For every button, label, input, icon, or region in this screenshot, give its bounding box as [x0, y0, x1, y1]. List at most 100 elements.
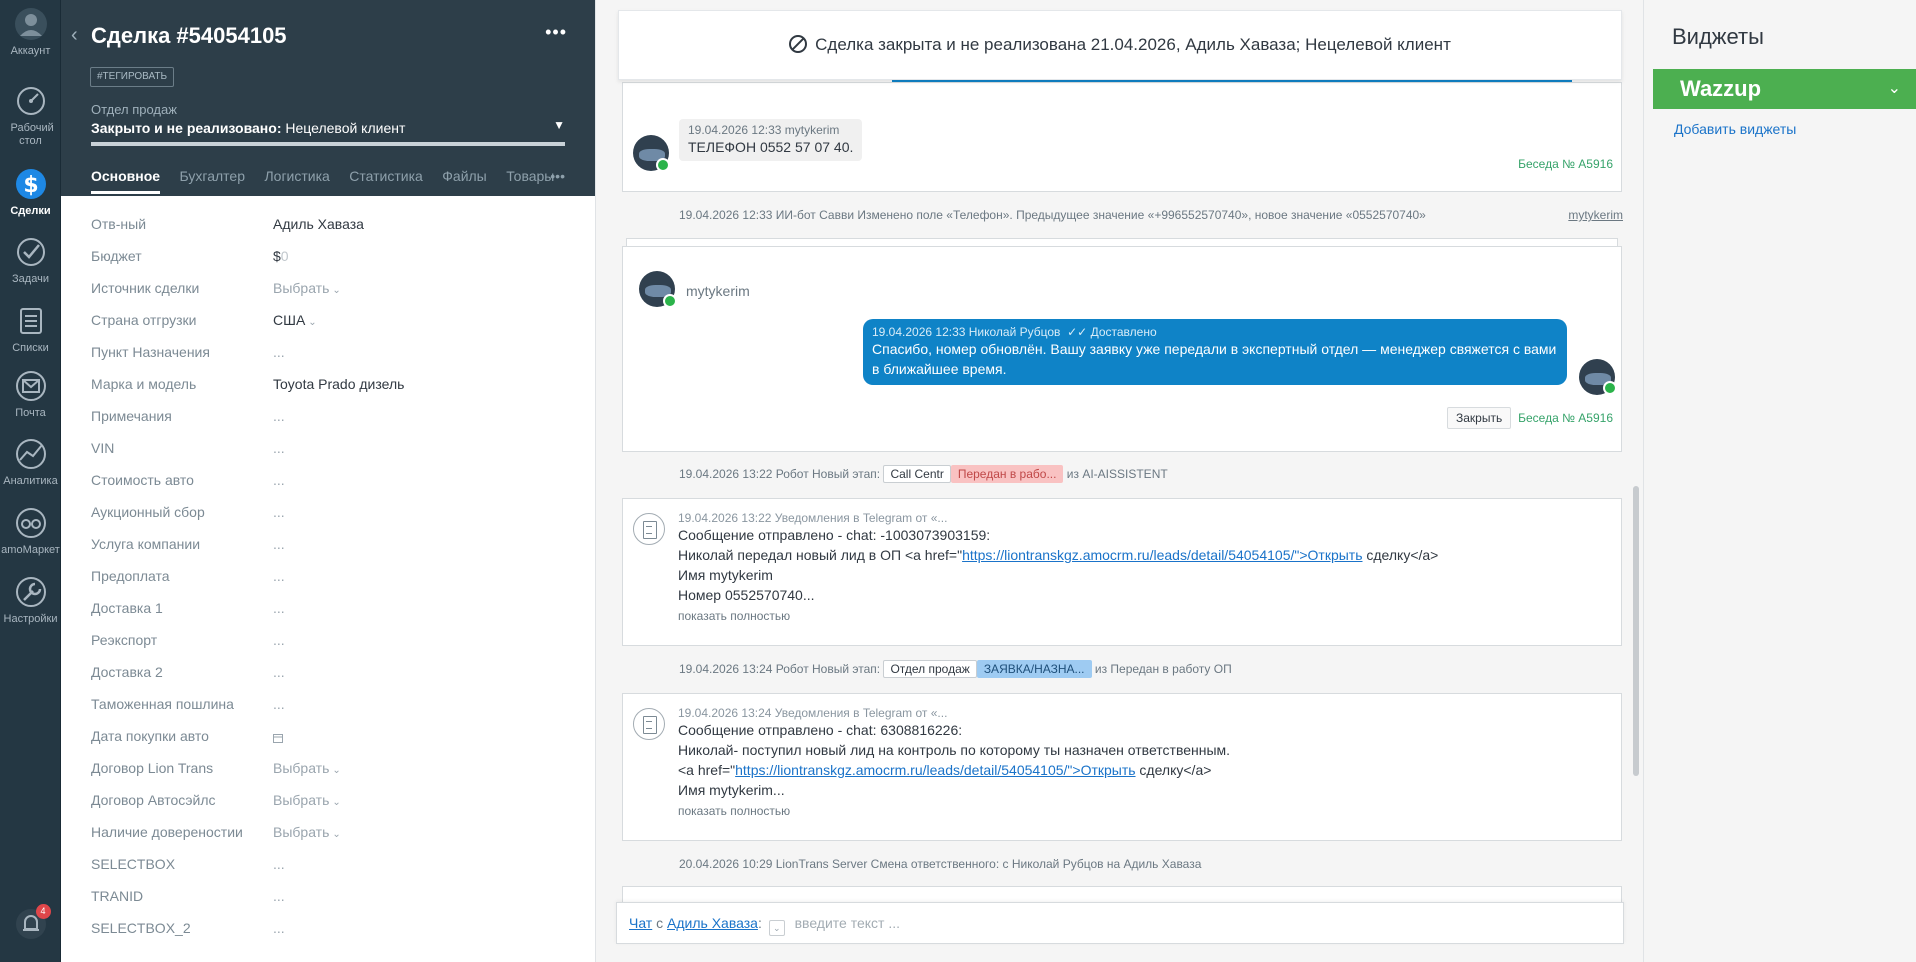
recipient-dropdown-icon[interactable]: ⌄ [768, 920, 785, 936]
back-arrow-icon[interactable]: ‹ [71, 24, 78, 47]
field-row: SELECTBOX_2... [91, 920, 285, 936]
closed-notice: Сделка закрыта и не реализована 21.04.20… [618, 10, 1622, 80]
nav-lists[interactable]: Списки [0, 303, 61, 355]
field-row: Предоплата... [91, 568, 285, 584]
chevron-down-icon: ⌄ [332, 829, 341, 840]
message-card: 19.04.2026 12:33 mytykerim ТЕЛЕФОН 0552 … [622, 82, 1622, 192]
field-row: Договор Автосэйлс Выбрать ⌄ [91, 792, 341, 808]
tasks-icon [13, 234, 49, 270]
nav-settings[interactable]: Настройки [0, 574, 61, 626]
chevron-down-icon[interactable]: ▼ [553, 118, 565, 132]
telegram-notice-card: 19.04.2026 13:24 Уведомления в Telegram … [622, 693, 1622, 841]
chat-ref-link[interactable]: Беседа № A5916 [1518, 157, 1613, 171]
event-stage-change: 19.04.2026 13:22 Робот Новый этап: Call … [679, 465, 1168, 483]
nav-account[interactable]: Аккаунт [0, 6, 61, 58]
field-row: Доставка 1... [91, 600, 285, 616]
telegram-notice-card: 19.04.2026 13:22 Уведомления в Telegram … [622, 498, 1622, 646]
tab-accounting[interactable]: Бухгалтер [180, 168, 245, 191]
lead-link[interactable]: https://liontranskgz.amocrm.ru/leads/det… [962, 547, 1362, 563]
event-stage-change: 19.04.2026 13:24 Робот Новый этап: Отдел… [679, 660, 1232, 678]
chevron-down-icon: ⌄ [332, 765, 341, 776]
widgets-panel: Виджеты Wazzup ⌄ Добавить виджеты [1643, 0, 1916, 962]
nav-deals[interactable]: $ Сделки [0, 166, 61, 218]
field-row: TRANID... [91, 888, 285, 904]
field-row: Аукционный сбор... [91, 504, 285, 520]
main-nav: Аккаунт Рабочий стол $ Сделки Задачи Спи… [0, 0, 61, 962]
document-icon [633, 708, 665, 740]
more-menu-icon[interactable]: ••• [545, 22, 567, 43]
nav-desk[interactable]: Рабочий стол [0, 83, 61, 148]
close-chat-button[interactable]: Закрыть [1447, 407, 1512, 429]
pipeline-name: Отдел продаж [91, 102, 177, 117]
lead-link[interactable]: https://liontranskgz.amocrm.ru/leads/det… [735, 762, 1135, 778]
field-country-select[interactable]: США ⌄ [273, 312, 317, 328]
stage-pill: Call Centr [883, 465, 951, 483]
tab-logistics[interactable]: Логистика [264, 168, 329, 191]
field-contract-select[interactable]: Выбрать ⌄ [273, 760, 341, 776]
stage-pill: Передан в рабо... [950, 465, 1064, 483]
event-author-link[interactable]: mytykerim [1568, 208, 1623, 222]
field-contract2-select[interactable]: Выбрать ⌄ [273, 792, 341, 808]
chat-ref-link[interactable]: Беседа № A5916 [1518, 411, 1613, 425]
dashboard-icon [13, 83, 49, 119]
analytics-icon [13, 436, 49, 472]
field-poa-select[interactable]: Выбрать ⌄ [273, 824, 341, 840]
calendar-icon[interactable] [273, 730, 283, 746]
mail-icon [13, 368, 49, 404]
stage-pill: ЗАЯВКА/НАЗНА... [976, 660, 1092, 678]
chevron-down-icon: ⌄ [332, 285, 341, 296]
bell-icon: 4 [13, 904, 51, 942]
tab-goods[interactable]: Товары [506, 168, 554, 191]
field-row: Страна отгрузки США ⌄ [91, 312, 317, 328]
field-row: Наличие довереностии Выбрать ⌄ [91, 824, 341, 840]
field-row: Услуга компании... [91, 536, 285, 552]
nav-market[interactable]: amoМаркет [0, 505, 61, 557]
field-row: Реэкспорт... [91, 632, 285, 648]
field-row: Стоимость авто... [91, 472, 285, 488]
message-outgoing: 19.04.2026 12:33 Николай Рубцов ✓✓ Доста… [863, 319, 1567, 385]
chevron-down-icon: ⌄ [308, 317, 317, 328]
feed-scrollbar[interactable] [1633, 486, 1639, 776]
field-budget[interactable]: $0 [273, 248, 289, 264]
stage-status: Закрыто и не реализовано: [91, 120, 282, 136]
stage-progress-bar [91, 142, 565, 146]
add-widgets-link[interactable]: Добавить виджеты [1674, 121, 1796, 137]
chat-type-link[interactable]: Чат [629, 915, 652, 931]
field-responsible[interactable]: Адиль Хаваза [273, 216, 364, 232]
settings-icon [13, 574, 49, 610]
show-more-link[interactable]: показать полностью [678, 804, 1598, 818]
delivered-check-icon: ✓✓ [1063, 325, 1088, 339]
activity-feed: Сделка закрыта и не реализована 21.04.20… [595, 0, 1643, 962]
tab-main[interactable]: Основное [91, 168, 161, 194]
stage-select[interactable]: Закрыто и не реализовано: Нецелевой клие… [91, 120, 567, 136]
notification-badge: 4 [35, 904, 51, 919]
nav-notifications[interactable]: 4 [0, 904, 61, 945]
recipient-link[interactable]: Адиль Хаваза [667, 915, 758, 931]
field-make-model[interactable]: Toyota Prado дизель [273, 376, 404, 392]
whatsapp-icon [663, 294, 677, 308]
tabs-more-icon[interactable]: ••• [550, 168, 565, 184]
nav-analytics[interactable]: Аналитика [0, 436, 61, 488]
field-row: Договор Lion Trans Выбрать ⌄ [91, 760, 341, 776]
lists-icon [13, 303, 49, 339]
document-icon [633, 513, 665, 545]
card-tabs: Основное Бухгалтер Логистика Статистика … [91, 168, 569, 196]
tab-statistics[interactable]: Статистика [349, 168, 423, 191]
nav-mail[interactable]: Почта [0, 368, 61, 420]
nav-tasks[interactable]: Задачи [0, 234, 61, 286]
wazzup-widget[interactable]: Wazzup ⌄ [1653, 69, 1916, 109]
field-row: Отв-ный Адиль Хаваза [91, 216, 364, 232]
tag-button[interactable]: #ТЕГИРОВАТЬ [90, 67, 175, 87]
field-row: Таможенная пошлина... [91, 696, 285, 712]
whatsapp-icon [656, 158, 670, 172]
account-icon [13, 6, 49, 42]
show-more-link[interactable]: показать полностью [678, 609, 1598, 623]
field-row: Источник сделки Выбрать ⌄ [91, 280, 341, 296]
tab-files[interactable]: Файлы [442, 168, 486, 191]
deal-title: Сделка #54054105 [91, 23, 287, 48]
compose-input[interactable]: введите текст ... [795, 915, 900, 931]
widgets-title: Виджеты [1672, 24, 1764, 49]
deal-card: ‹ Сделка #54054105 ••• #ТЕГИРОВАТЬ Отдел… [61, 0, 595, 962]
field-row: Доставка 2... [91, 664, 285, 680]
field-source-select[interactable]: Выбрать ⌄ [273, 280, 341, 296]
